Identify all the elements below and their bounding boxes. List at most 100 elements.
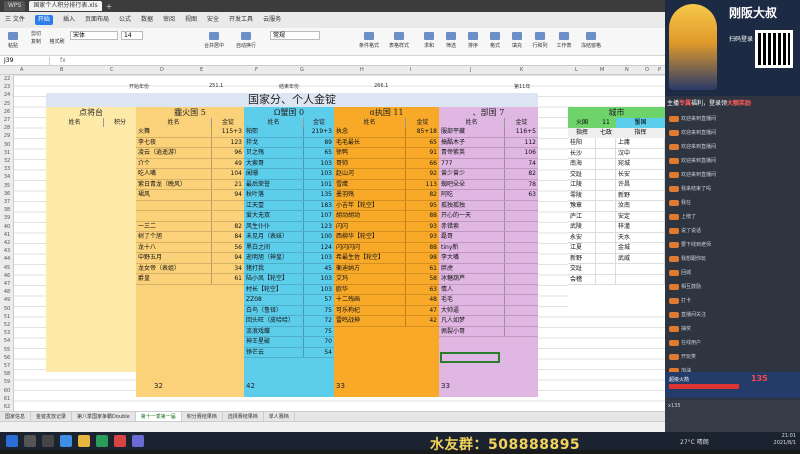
player-name[interactable]: 珺风	[136, 190, 212, 200]
clock[interactable]: 21:01 2021/8/1	[774, 433, 796, 447]
player-name[interactable]: 艾玛	[334, 274, 406, 284]
player-name[interactable]: 蜘吧朵朵	[439, 179, 505, 189]
player-name[interactable]: 佩裂小哥	[439, 326, 505, 336]
row-number[interactable]: 56	[1, 355, 13, 361]
paste-button[interactable]: 粘贴	[4, 32, 22, 49]
search-icon[interactable]	[24, 435, 36, 447]
player-score[interactable]: 63	[505, 190, 538, 200]
col-m[interactable]: M	[600, 67, 604, 73]
col-b[interactable]: B	[60, 67, 63, 73]
city-cell[interactable]: 长沙	[568, 148, 596, 158]
wrap-text-button[interactable]: 自动换行	[232, 32, 260, 49]
row-number[interactable]: 26	[1, 109, 13, 115]
player-name[interactable]: 闪闪闪闪	[334, 242, 406, 252]
player-name[interactable]: 服部平藏	[439, 127, 505, 137]
player-name[interactable]: 树了个旭	[136, 232, 212, 242]
player-score[interactable]: 116+5	[505, 127, 538, 137]
city-cell[interactable]: 宛城	[616, 159, 665, 169]
row-number[interactable]: 37	[1, 199, 13, 205]
player-score[interactable]: 82	[505, 169, 538, 179]
player-score[interactable]	[505, 253, 538, 263]
player-name[interactable]: 贝之殇	[244, 148, 304, 158]
player-name[interactable]: 介个	[136, 158, 212, 168]
player-score[interactable]	[505, 243, 538, 253]
app-icon[interactable]	[132, 435, 144, 447]
player-name[interactable]: 青帝紫英	[439, 148, 505, 158]
city-cell[interactable]: 许昌	[616, 180, 665, 190]
col-o[interactable]: O	[645, 67, 649, 73]
player-score[interactable]: 58	[406, 274, 439, 284]
player-name[interactable]: 凌云（逍遥游）	[136, 148, 212, 158]
player-name[interactable]: 开心的一天	[439, 211, 505, 221]
col-h[interactable]: H	[360, 67, 364, 73]
player-score[interactable]: 113	[406, 180, 439, 190]
menu-security[interactable]: 安全	[207, 12, 219, 28]
player-name[interactable]: 雪鹰	[334, 179, 406, 189]
player-score[interactable]: 82	[406, 190, 439, 200]
player-score[interactable]: 42	[406, 316, 439, 326]
fill-button[interactable]: 填充	[508, 32, 526, 49]
col-a[interactable]: A	[20, 67, 23, 73]
col-d[interactable]: D	[160, 67, 164, 73]
city-cell[interactable]	[616, 274, 665, 284]
row-number[interactable]: 31	[1, 150, 13, 156]
city-cell[interactable]: 南海	[568, 159, 596, 169]
row-number[interactable]: 22	[1, 76, 13, 82]
player-score[interactable]: 54	[304, 348, 334, 358]
player-score[interactable]: 89	[304, 138, 334, 148]
city-cell[interactable]: 上庸	[616, 138, 665, 148]
tab-home[interactable]: WPS	[4, 1, 26, 11]
city-cell[interactable]	[596, 180, 616, 190]
city-cell[interactable]: 零陵	[568, 190, 596, 200]
row-number[interactable]: 49	[1, 297, 13, 303]
player-score[interactable]: 49	[212, 159, 244, 169]
player-score[interactable]: 84	[212, 232, 244, 242]
task-view-icon[interactable]	[42, 435, 54, 447]
row-number[interactable]: 61	[1, 396, 13, 402]
player-score[interactable]: 98	[406, 253, 439, 263]
player-score[interactable]: 100	[304, 232, 334, 242]
city-cell[interactable]: 交趾	[568, 264, 596, 274]
row-number[interactable]: 57	[1, 363, 13, 369]
player-name[interactable]: 徐鸭	[334, 148, 406, 158]
row-number[interactable]: 28	[1, 125, 13, 131]
col-f[interactable]: F	[255, 67, 258, 73]
player-score[interactable]: 94	[212, 253, 244, 263]
player-score[interactable]	[212, 201, 244, 211]
row-number[interactable]: 33	[1, 166, 13, 172]
row-number[interactable]: 24	[1, 92, 13, 98]
row-number[interactable]: 32	[1, 158, 13, 164]
player-score[interactable]: 103	[304, 274, 334, 284]
row-number[interactable]: 36	[1, 191, 13, 197]
player-score[interactable]: 88	[406, 243, 439, 253]
row-number[interactable]: 55	[1, 347, 13, 353]
player-name[interactable]: tiny新	[439, 242, 505, 252]
copy-button[interactable]: 复制	[26, 38, 46, 45]
player-name[interactable]: 小吉年【轮空】	[334, 200, 406, 210]
player-name[interactable]: 火舞	[136, 127, 212, 137]
menu-file[interactable]: 三 文件	[5, 12, 25, 28]
city-cell[interactable]: 武威	[616, 253, 665, 263]
wechat-icon[interactable]	[96, 435, 108, 447]
player-name[interactable]: 一三二	[136, 221, 212, 231]
row-number[interactable]: 39	[1, 215, 13, 221]
player-score[interactable]	[505, 327, 538, 337]
sheet-tab[interactable]: 单人赛档	[264, 412, 295, 421]
player-score[interactable]: 75	[304, 306, 334, 316]
player-score[interactable]: 93	[406, 232, 439, 242]
city-cell[interactable]: 梓潼	[616, 222, 665, 232]
player-score[interactable]: 72	[304, 316, 334, 326]
player-score[interactable]: 48	[406, 295, 439, 305]
player-name[interactable]: 李七夜	[136, 137, 212, 147]
menu-formula[interactable]: 公式	[119, 12, 131, 28]
name-box[interactable]: J39	[2, 57, 50, 65]
player-score[interactable]: 93	[406, 222, 439, 232]
city-cell[interactable]	[596, 190, 616, 200]
format-painter-button[interactable]: 格式刷	[46, 38, 68, 45]
player-score[interactable]	[505, 306, 538, 316]
player-score[interactable]	[505, 201, 538, 211]
player-name[interactable]: 十二残画	[334, 295, 406, 305]
row-number[interactable]: 27	[1, 117, 13, 123]
player-name[interactable]: 李大嘴	[439, 253, 505, 263]
player-name[interactable]: 冰糖葫芦	[439, 274, 505, 284]
